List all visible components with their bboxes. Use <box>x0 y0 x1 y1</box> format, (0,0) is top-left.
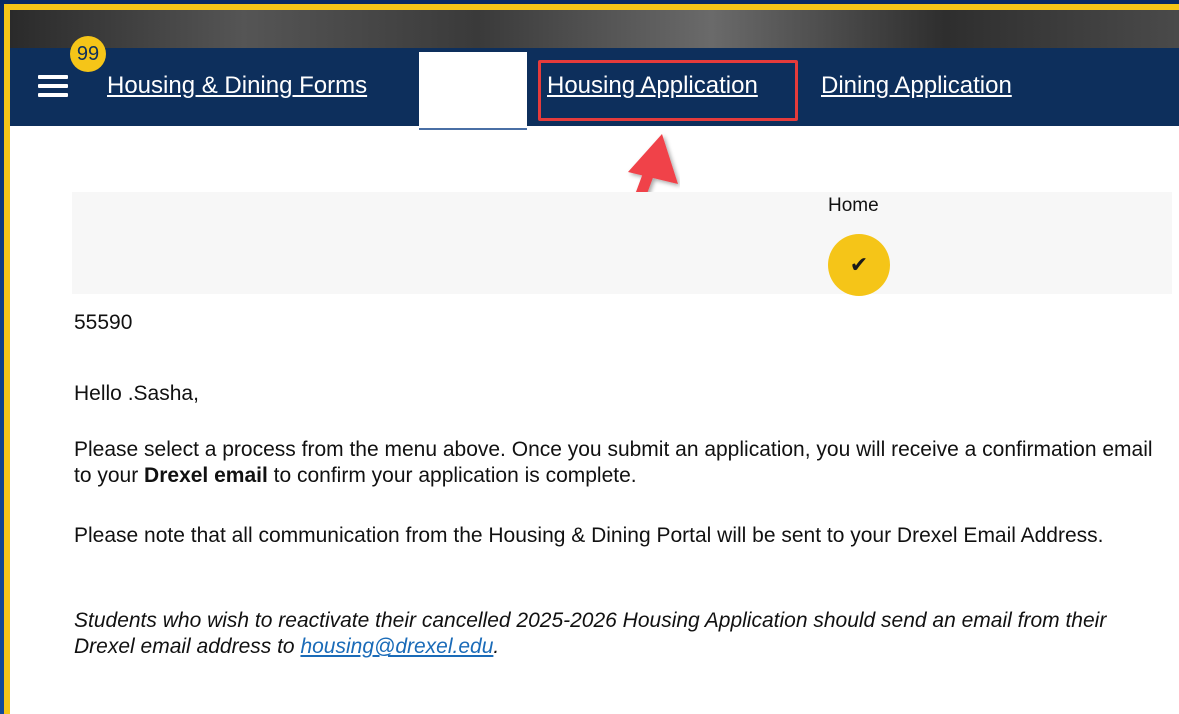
nav-link-dining-application[interactable]: Dining Application <box>821 72 1012 100</box>
reactivation-notice: Students who wish to reactivate their ca… <box>74 608 1159 661</box>
greeting-text: Hello .Sasha, <box>74 382 199 405</box>
progress-step-label: Home <box>828 195 879 216</box>
hamburger-menu-icon[interactable] <box>38 75 68 97</box>
drexel-email-emphasis: Drexel email <box>144 464 268 488</box>
progress-tracker <box>72 192 1172 294</box>
student-id-number: 55590 <box>74 311 133 334</box>
instructions-text-end: to confirm your application is complete. <box>267 464 637 488</box>
reactivation-text: Students who wish to reactivate their ca… <box>74 609 1107 659</box>
blank-tab[interactable] <box>419 52 527 130</box>
notification-count-badge: 99 <box>70 36 106 72</box>
reactivation-text-end: . <box>493 635 500 659</box>
housing-email-link[interactable]: housing@drexel.edu <box>300 635 493 658</box>
instructions-paragraph: Please select a process from the menu ab… <box>74 437 1159 490</box>
highlight-annotation-box <box>538 60 798 121</box>
header-photo-strip <box>10 10 1179 48</box>
checkmark-icon: ✔ <box>828 234 890 296</box>
nav-link-housing-dining-forms[interactable]: Housing & Dining Forms <box>107 72 367 100</box>
portal-window: 99 Housing & Dining Forms Housing Applic… <box>4 4 1179 714</box>
communication-notice: Please note that all communication from … <box>74 524 1104 547</box>
